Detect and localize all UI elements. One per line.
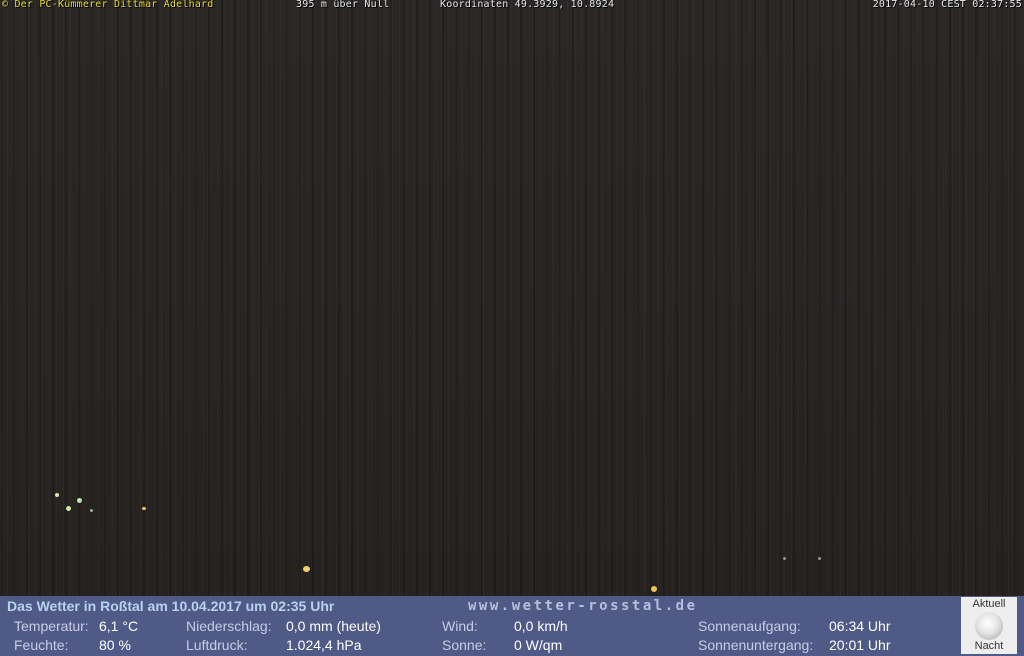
webcam-night-image [0, 0, 1024, 596]
humidity-value: 80 % [99, 637, 131, 653]
distant-light [651, 586, 657, 592]
camera-coordinates: Koordinaten 49.3929, 10.8924 [440, 0, 615, 10]
sunrise-label: Sonnenaufgang: [698, 618, 801, 634]
distant-light [303, 566, 310, 572]
precipitation-value: 0,0 mm (heute) [286, 618, 381, 634]
moon-night-label: Nacht [974, 640, 1004, 652]
camera-credit: © Der PC-Kümmerer Dittmar Adelhard [2, 0, 214, 10]
wind-label: Wind: [442, 618, 478, 634]
distant-light [90, 509, 93, 512]
moon-current-label: Aktuell [972, 598, 1006, 610]
distant-light [55, 493, 59, 497]
camera-info-overlay: © Der PC-Kümmerer Dittmar Adelhard 395 m… [0, 0, 1024, 12]
sun-radiation-label: Sonne: [442, 637, 487, 653]
camera-altitude: 395 m über Null [296, 0, 390, 10]
sun-radiation-value: 0 W/qm [514, 637, 563, 653]
precipitation-label: Niederschlag: [186, 618, 272, 634]
temperature-label: Temperatur: [14, 618, 89, 634]
sunrise-value: 06:34 Uhr [829, 618, 891, 634]
sunset-label: Sonnenuntergang: [698, 637, 814, 653]
humidity-label: Feuchte: [14, 637, 69, 653]
distant-light [66, 506, 71, 511]
full-moon-icon [975, 612, 1003, 640]
sunset-value: 20:01 Uhr [829, 637, 891, 653]
temperature-value: 6,1 °C [99, 618, 139, 634]
weather-website-url: www.wetter-rosstal.de [468, 598, 698, 614]
wind-value: 0,0 km/h [514, 618, 568, 634]
pressure-label: Luftdruck: [186, 637, 248, 653]
distant-light [783, 557, 786, 560]
distant-light [142, 507, 146, 510]
pressure-value: 1.024,4 hPa [286, 637, 362, 653]
weather-bar: Das Wetter in Roßtal am 10.04.2017 um 02… [0, 596, 1024, 656]
distant-light [818, 557, 821, 560]
moon-phase-box: Aktuell Nacht [961, 597, 1017, 654]
distant-light [77, 498, 82, 503]
weather-title: Das Wetter in Roßtal am 10.04.2017 um 02… [7, 598, 335, 614]
camera-timestamp: 2017-04-10 CEST 02:37:55 [872, 0, 1022, 10]
